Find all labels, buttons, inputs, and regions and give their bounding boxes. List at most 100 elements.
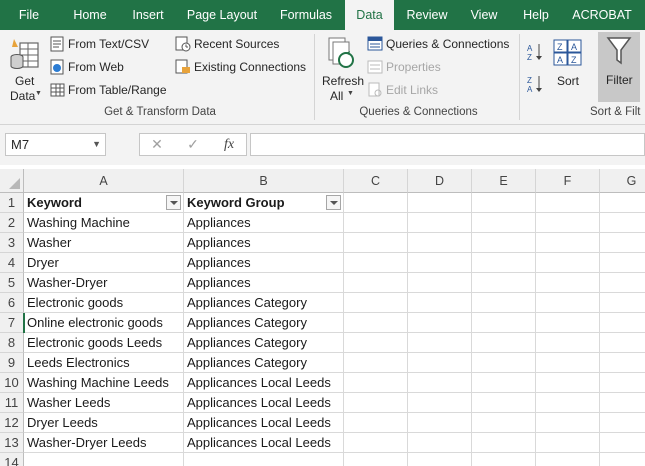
empty-cell[interactable]: [600, 193, 645, 213]
empty-cell[interactable]: [408, 353, 472, 373]
empty-cell[interactable]: [472, 293, 536, 313]
empty-cell[interactable]: [472, 333, 536, 353]
empty-cell[interactable]: [472, 313, 536, 333]
empty-cell[interactable]: [408, 293, 472, 313]
empty-cell[interactable]: [600, 373, 645, 393]
keyword-cell[interactable]: Dryer Leeds: [24, 413, 184, 433]
from-table-range-button[interactable]: From Table/Range: [48, 81, 172, 99]
empty-cell[interactable]: [536, 433, 600, 453]
empty-cell[interactable]: [600, 433, 645, 453]
empty-cell[interactable]: [344, 433, 408, 453]
empty-cell[interactable]: [536, 233, 600, 253]
column-header-e[interactable]: E: [472, 169, 536, 193]
row-header[interactable]: 14: [0, 453, 24, 466]
keyword-cell[interactable]: Washer-Dryer: [24, 273, 184, 293]
formula-input[interactable]: [250, 133, 645, 156]
empty-cell[interactable]: [472, 213, 536, 233]
keyword-cell[interactable]: Electronic goods: [24, 293, 184, 313]
row-header[interactable]: 8: [0, 333, 24, 353]
empty-cell[interactable]: [344, 413, 408, 433]
empty-cell[interactable]: [600, 313, 645, 333]
tab-home[interactable]: Home: [66, 0, 114, 30]
tab-help[interactable]: Help: [514, 0, 558, 30]
table-header-cell[interactable]: Keyword: [24, 193, 184, 213]
empty-cell[interactable]: [536, 313, 600, 333]
empty-cell[interactable]: [600, 253, 645, 273]
chevron-down-icon[interactable]: ▼: [92, 134, 101, 155]
tab-view[interactable]: View: [461, 0, 507, 30]
empty-cell[interactable]: [408, 233, 472, 253]
insert-function-icon[interactable]: fx: [216, 133, 242, 156]
keyword-group-cell[interactable]: Appliances: [184, 213, 344, 233]
empty-cell[interactable]: [408, 193, 472, 213]
from-web-button[interactable]: From Web: [48, 58, 168, 76]
empty-cell[interactable]: [344, 373, 408, 393]
empty-cell[interactable]: [472, 373, 536, 393]
empty-cell[interactable]: [600, 353, 645, 373]
sort-z-to-a-icon[interactable]: Z A: [526, 74, 544, 94]
empty-cell[interactable]: [536, 213, 600, 233]
empty-cell[interactable]: [600, 293, 645, 313]
select-all-button[interactable]: [0, 169, 24, 193]
empty-cell[interactable]: [408, 333, 472, 353]
empty-cell[interactable]: [536, 453, 600, 466]
empty-cell[interactable]: [600, 333, 645, 353]
empty-cell[interactable]: [344, 193, 408, 213]
empty-cell[interactable]: [408, 253, 472, 273]
empty-cell[interactable]: [536, 373, 600, 393]
keyword-group-cell[interactable]: Applicances Local Leeds: [184, 373, 344, 393]
empty-cell[interactable]: [408, 213, 472, 233]
empty-cell[interactable]: [408, 393, 472, 413]
empty-cell[interactable]: [472, 233, 536, 253]
name-box[interactable]: M7 ▼: [5, 133, 106, 156]
edit-links-button[interactable]: Edit Links: [366, 81, 466, 99]
empty-cell[interactable]: [600, 273, 645, 293]
row-header[interactable]: 6: [0, 293, 24, 313]
row-header[interactable]: 9: [0, 353, 24, 373]
keyword-cell[interactable]: Dryer: [24, 253, 184, 273]
keyword-group-cell[interactable]: Applicances Local Leeds: [184, 433, 344, 453]
empty-cell[interactable]: [472, 273, 536, 293]
empty-cell[interactable]: [344, 253, 408, 273]
enter-check-icon[interactable]: ✓: [180, 133, 206, 156]
empty-cell[interactable]: [408, 433, 472, 453]
column-header-a[interactable]: A: [24, 169, 184, 193]
empty-cell[interactable]: [472, 393, 536, 413]
column-header-b[interactable]: B: [184, 169, 344, 193]
empty-cell[interactable]: [344, 273, 408, 293]
empty-cell[interactable]: [344, 213, 408, 233]
empty-cell[interactable]: [536, 293, 600, 313]
empty-cell[interactable]: [472, 253, 536, 273]
row-header[interactable]: 3: [0, 233, 24, 253]
tab-formulas[interactable]: Formulas: [272, 0, 340, 30]
tab-page-layout[interactable]: Page Layout: [181, 0, 263, 30]
empty-cell[interactable]: [472, 353, 536, 373]
queries-connections-button[interactable]: Queries & Connections: [366, 35, 516, 53]
empty-cell[interactable]: [408, 413, 472, 433]
empty-cell[interactable]: [600, 453, 645, 466]
empty-cell[interactable]: [536, 353, 600, 373]
empty-cell[interactable]: [536, 273, 600, 293]
empty-cell[interactable]: [408, 453, 472, 466]
empty-cell[interactable]: [472, 453, 536, 466]
empty-cell[interactable]: [344, 353, 408, 373]
empty-cell[interactable]: [600, 213, 645, 233]
row-header[interactable]: 5: [0, 273, 24, 293]
keyword-cell[interactable]: Washing Machine: [24, 213, 184, 233]
cancel-icon[interactable]: ✕: [144, 133, 170, 156]
keyword-cell[interactable]: Online electronic goods: [24, 313, 184, 333]
recent-sources-button[interactable]: Recent Sources: [174, 35, 284, 53]
column-header-g[interactable]: G: [600, 169, 645, 193]
existing-connections-button[interactable]: Existing Connections: [174, 58, 314, 76]
keyword-group-cell[interactable]: Appliances Category: [184, 333, 344, 353]
keyword-cell[interactable]: Leeds Electronics: [24, 353, 184, 373]
empty-cell[interactable]: [600, 413, 645, 433]
keyword-group-cell[interactable]: Appliances Category: [184, 313, 344, 333]
row-header[interactable]: 10: [0, 373, 24, 393]
row-header[interactable]: 2: [0, 213, 24, 233]
row-header[interactable]: 4: [0, 253, 24, 273]
from-text-csv-button[interactable]: From Text/CSV: [48, 35, 168, 53]
empty-cell[interactable]: [344, 393, 408, 413]
empty-cell[interactable]: [536, 193, 600, 213]
tab-data[interactable]: Data: [345, 0, 394, 30]
